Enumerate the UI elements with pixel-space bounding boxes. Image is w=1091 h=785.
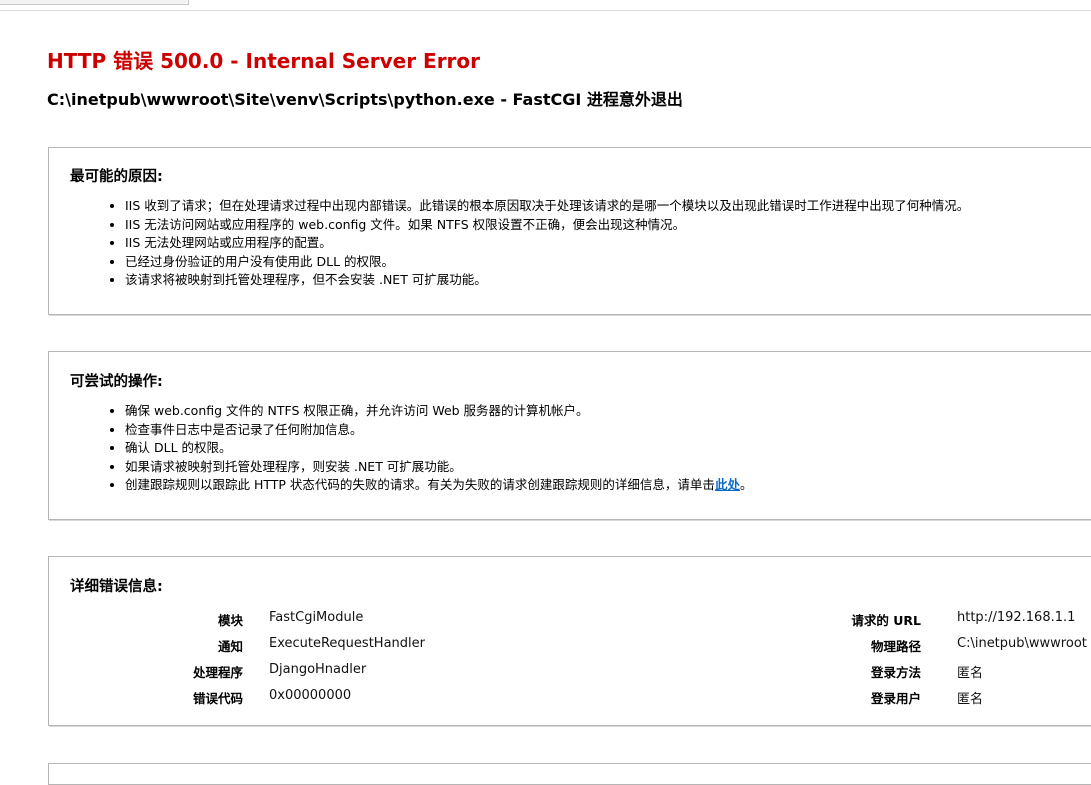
request-url-label: 请求的 URL (851, 613, 921, 628)
details-row: 处理程序 DjangoHnadler 登录方法 匿名 (49, 662, 1091, 688)
cause-item: 该请求将被映射到托管处理程序，但不会安装 .NET 可扩展功能。 (125, 271, 969, 290)
causes-list: IIS 收到了请求；但在处理请求过程中出现内部错误。此错误的根本原因取决于处理该… (107, 197, 969, 290)
actions-heading: 可尝试的操作: (70, 374, 163, 390)
cause-item: IIS 无法处理网站或应用程序的配置。 (125, 234, 969, 253)
module-label: 模块 (217, 613, 243, 628)
request-url-value: http://192.168.1.1 (957, 610, 1076, 625)
handler-label: 处理程序 (192, 665, 243, 680)
causes-panel: 最可能的原因: IIS 收到了请求；但在处理请求过程中出现内部错误。此错误的根本… (48, 147, 1091, 315)
physical-path-value: C:\inetpub\wwwroot (957, 636, 1087, 651)
causes-heading: 最可能的原因: (70, 169, 163, 185)
actions-panel: 可尝试的操作: 确保 web.config 文件的 NTFS 权限正确，并允许访… (48, 351, 1091, 520)
notification-value: ExecuteRequestHandler (269, 636, 425, 651)
details-table: 模块 FastCgiModule 请求的 URL http://192.168.… (49, 607, 1091, 717)
logon-user-label: 登录用户 (870, 691, 921, 706)
error-title: HTTP 错误 500.0 - Internal Server Error (47, 49, 481, 73)
cause-item: IIS 无法访问网站或应用程序的 web.config 文件。如果 NTFS 权… (125, 216, 969, 235)
handler-value: DjangoHnadler (269, 662, 367, 677)
error-subtitle: C:\inetpub\wwwroot\Site\venv\Scripts\pyt… (47, 90, 683, 109)
action-item: 确认 DLL 的权限。 (125, 439, 752, 458)
logon-method-label: 登录方法 (870, 665, 921, 680)
trace-rules-link[interactable]: 此处 (715, 477, 740, 492)
details-heading: 详细错误信息: (70, 579, 163, 595)
error-code-label: 错误代码 (192, 691, 243, 706)
physical-path-label: 物理路径 (870, 639, 921, 654)
details-panel: 详细错误信息: 模块 FastCgiModule 请求的 URL http://… (48, 556, 1091, 726)
action-item: 如果请求被映射到托管处理程序，则安装 .NET 可扩展功能。 (125, 458, 752, 477)
notification-label: 通知 (217, 639, 243, 654)
cause-item: 已经过身份验证的用户没有使用此 DLL 的权限。 (125, 253, 969, 272)
details-row: 通知 ExecuteRequestHandler 物理路径 C:\inetpub… (49, 636, 1091, 662)
browser-tab-edge (0, 0, 189, 5)
details-row: 错误代码 0x00000000 登录用户 匿名 (49, 688, 1091, 714)
details-row: 模块 FastCgiModule 请求的 URL http://192.168.… (49, 610, 1091, 636)
action-item-text: 创建跟踪规则以跟踪此 HTTP 状态代码的失败的请求。有关为失败的请求创建跟踪规… (125, 477, 715, 493)
cause-item: IIS 收到了请求；但在处理请求过程中出现内部错误。此错误的根本原因取决于处理该… (125, 197, 969, 216)
error-code-value: 0x00000000 (269, 688, 352, 703)
browser-top-edge (0, 0, 1091, 11)
logon-user-value: 匿名 (957, 692, 984, 707)
action-item-suffix: 。 (739, 477, 753, 493)
actions-list: 确保 web.config 文件的 NTFS 权限正确，并允许访问 Web 服务… (107, 402, 752, 495)
action-item: 检查事件日志中是否记录了任何附加信息。 (125, 421, 752, 440)
action-item: 确保 web.config 文件的 NTFS 权限正确，并允许访问 Web 服务… (125, 402, 752, 421)
logon-method-value: 匿名 (957, 666, 984, 681)
module-value: FastCgiModule (269, 610, 364, 625)
next-panel-edge (48, 763, 1091, 785)
action-item: 创建跟踪规则以跟踪此 HTTP 状态代码的失败的请求。有关为失败的请求创建跟踪规… (125, 476, 752, 495)
